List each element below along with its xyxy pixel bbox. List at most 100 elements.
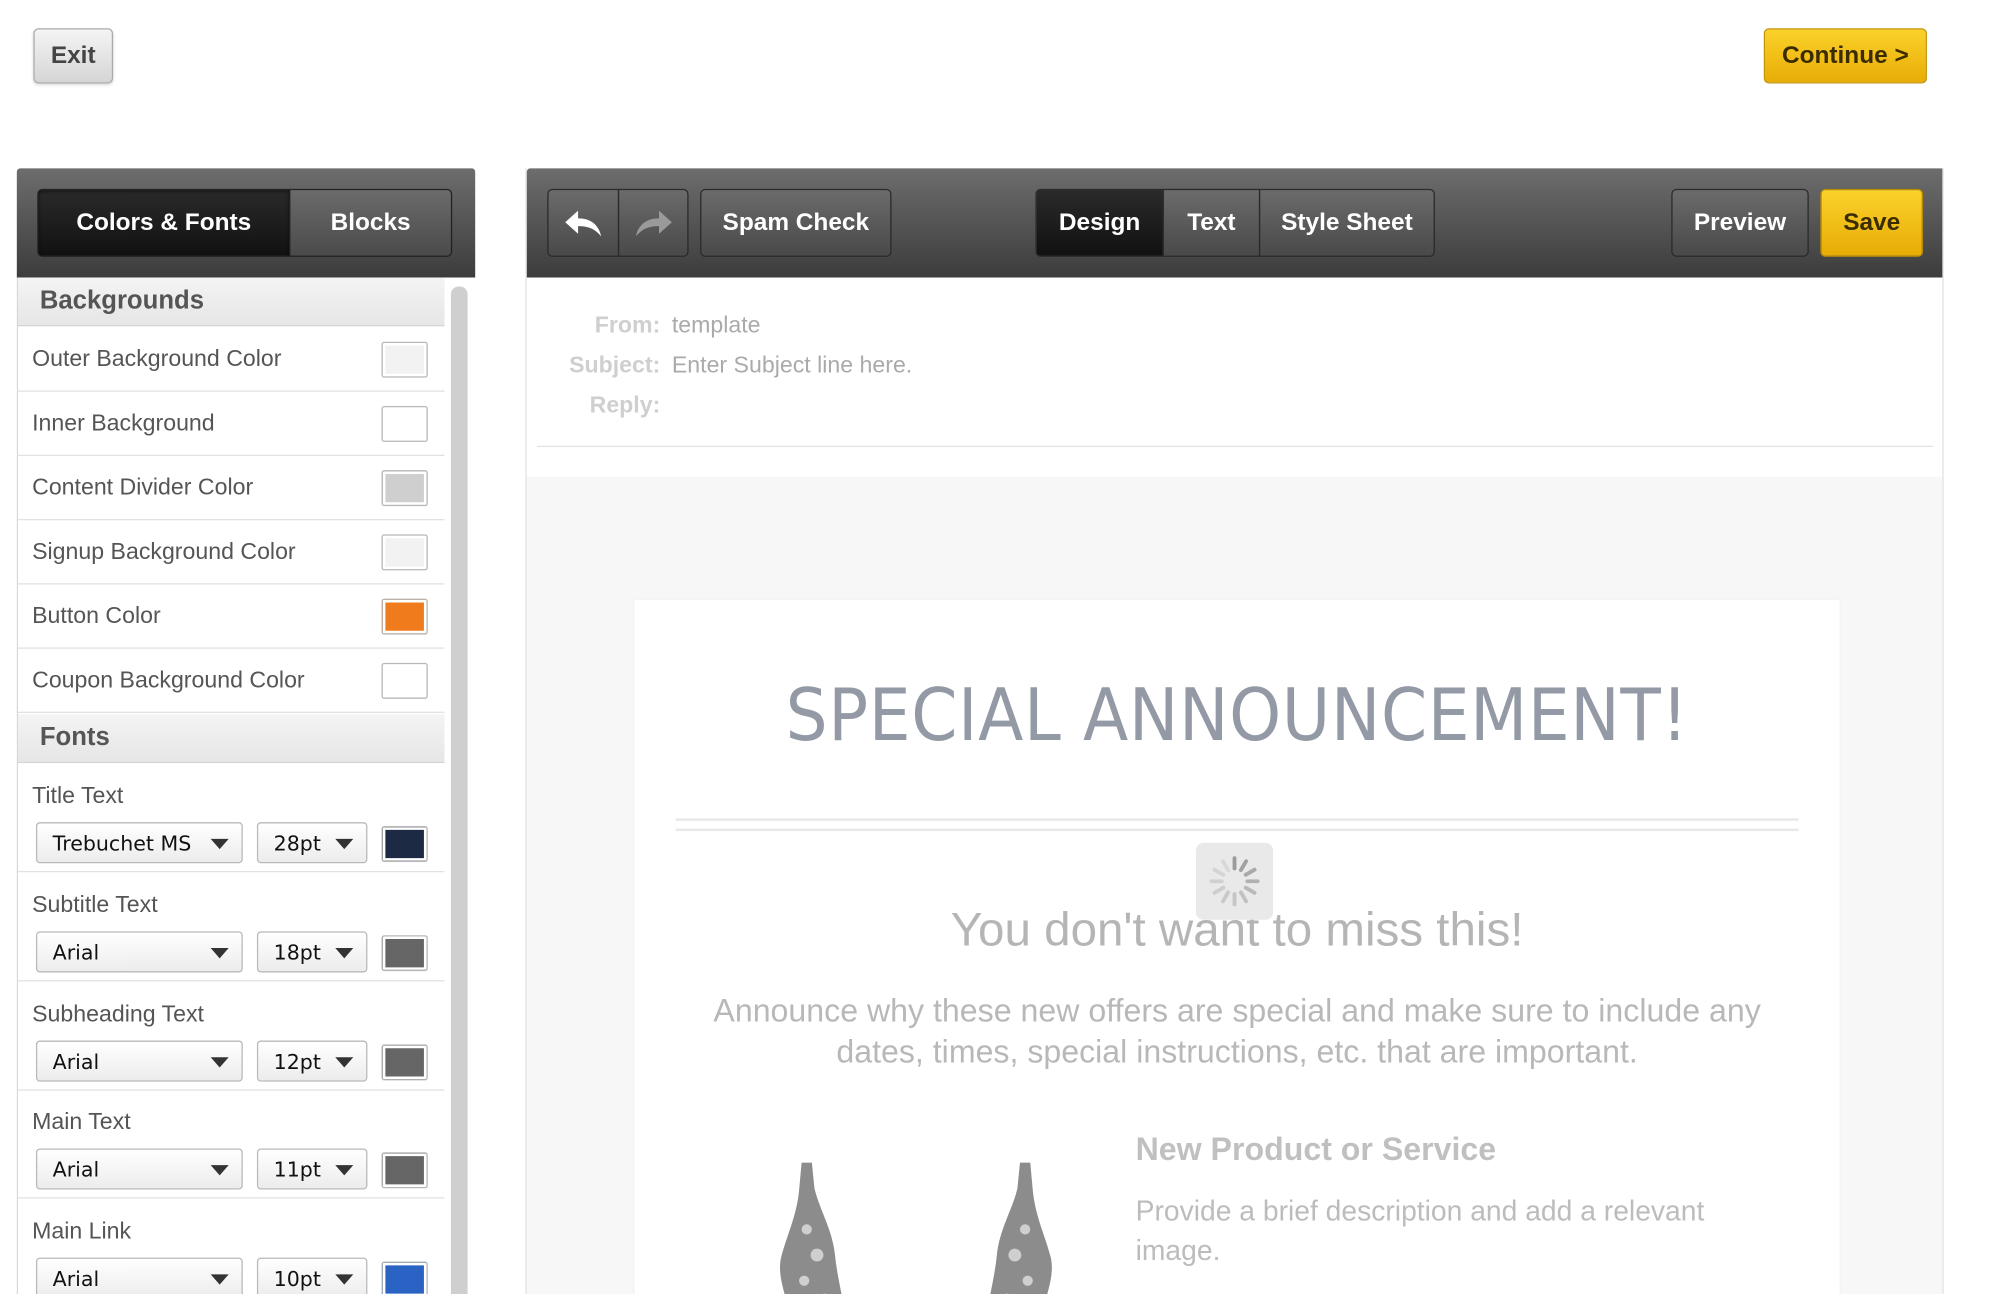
color-swatch-button-color[interactable] [381, 598, 428, 635]
font-row-title-text: Title Text Trebuchet MS 28pt [17, 764, 445, 873]
font-family-select[interactable]: Arial [35, 1148, 243, 1190]
font-family-select[interactable]: Arial [35, 1040, 243, 1082]
color-row-label: Signup Background Color [32, 538, 296, 564]
tab-colors-fonts-label: Colors & Fonts [76, 208, 252, 236]
continue-button-label: Continue > [1781, 41, 1909, 69]
save-button[interactable]: Save [1820, 188, 1924, 257]
font-family-select[interactable]: Trebuchet MS [35, 822, 243, 864]
email-content: SPECIAL ANNOUNCEMENT! You don't want to … [634, 599, 1840, 1294]
backgrounds-heading: Backgrounds [17, 277, 445, 327]
font-row-subheading-text: Subheading Text Arial 12pt [17, 983, 445, 1091]
loading-spinner-icon [1195, 842, 1274, 920]
color-row-signup-background: Signup Background Color [17, 520, 445, 585]
spam-check-button[interactable]: Spam Check [700, 188, 892, 257]
color-row-outer-background: Outer Background Color [17, 328, 445, 392]
email-canvas: SPECIAL ANNOUNCEMENT! You don't want to … [526, 476, 1943, 1294]
email-title[interactable]: SPECIAL ANNOUNCEMENT! [683, 674, 1792, 758]
font-color-swatch[interactable] [381, 826, 428, 862]
redo-button[interactable] [617, 188, 689, 257]
subject-label: Subject: [569, 351, 661, 378]
from-value[interactable]: template [672, 312, 761, 339]
color-row-button-color: Button Color [17, 585, 445, 649]
undo-button[interactable] [547, 188, 620, 257]
font-row-label: Title Text [32, 782, 124, 809]
font-color-swatch[interactable] [381, 1261, 428, 1294]
font-size-value: 11pt [273, 1156, 321, 1182]
color-row-label: Outer Background Color [32, 345, 282, 372]
font-row-subtitle-text: Subtitle Text Arial 18pt [17, 874, 445, 982]
tab-style-sheet-label: Style Sheet [1281, 208, 1413, 236]
font-row-main-text: Main Text Arial 11pt [17, 1091, 445, 1199]
color-row-label: Content Divider Color [32, 474, 254, 500]
email-header-fields: From: template Subject: Enter Subject li… [536, 277, 1934, 448]
from-label: From: [594, 312, 661, 338]
font-color-swatch[interactable] [381, 1044, 428, 1081]
content-divider [675, 818, 1799, 821]
color-row-coupon-background: Coupon Background Color [17, 649, 445, 713]
preview-label: Preview [1693, 208, 1787, 236]
product-image[interactable] [768, 1152, 1063, 1294]
font-size-value: 10pt [273, 1265, 321, 1291]
chevron-down-icon [210, 1057, 229, 1068]
font-row-label: Main Text [32, 1108, 131, 1135]
font-family-select[interactable]: Arial [35, 931, 243, 973]
color-swatch-content-divider[interactable] [381, 470, 428, 507]
chevron-down-icon [210, 948, 229, 959]
redo-icon [635, 210, 672, 236]
color-row-label: Button Color [32, 602, 161, 629]
chevron-down-icon [335, 1165, 354, 1176]
font-size-select[interactable]: 11pt [256, 1148, 368, 1190]
color-row-label: Inner Background [32, 409, 215, 436]
product-description[interactable]: Provide a brief description and add a re… [1136, 1191, 1778, 1271]
font-family-select[interactable]: Arial [35, 1257, 243, 1294]
font-family-value: Trebuchet MS [52, 830, 192, 855]
font-color-swatch[interactable] [381, 1152, 428, 1189]
font-size-select[interactable]: 10pt [256, 1257, 368, 1294]
font-family-value: Arial [52, 1265, 100, 1291]
save-label: Save [1843, 208, 1901, 236]
tab-colors-fonts[interactable]: Colors & Fonts [37, 188, 291, 257]
spam-check-label: Spam Check [722, 208, 870, 236]
chevron-down-icon [335, 1274, 354, 1285]
color-row-label: Coupon Background Color [32, 666, 305, 693]
chevron-down-icon [335, 1057, 354, 1068]
undo-icon [565, 210, 602, 236]
chevron-down-icon [210, 1165, 229, 1176]
color-swatch-outer-background[interactable] [381, 341, 428, 378]
color-swatch-signup-background[interactable] [381, 534, 428, 571]
font-size-select[interactable]: 18pt [256, 931, 368, 973]
chevron-down-icon [335, 948, 354, 959]
fonts-heading-label: Fonts [39, 723, 110, 752]
settings-list: Backgrounds Outer Background Color Inner… [16, 277, 445, 1294]
color-row-inner-background: Inner Background [17, 392, 445, 457]
exit-button[interactable]: Exit [33, 28, 114, 84]
color-swatch-coupon-background[interactable] [381, 662, 428, 699]
reply-label: Reply: [589, 391, 661, 418]
subject-value[interactable]: Enter Subject line here. [672, 352, 912, 379]
email-body-text[interactable]: Announce why these new offers are specia… [686, 990, 1788, 1072]
font-size-select[interactable]: 28pt [256, 822, 368, 864]
color-swatch-inner-background[interactable] [381, 405, 428, 442]
font-row-label: Subtitle Text [32, 891, 158, 918]
font-row-label: Subheading Text [32, 1000, 204, 1027]
tab-design[interactable]: Design [1035, 188, 1164, 257]
font-size-select[interactable]: 12pt [256, 1040, 368, 1082]
panel-scrollbar[interactable] [450, 286, 468, 1294]
tab-style-sheet[interactable]: Style Sheet [1258, 188, 1435, 257]
chevron-down-icon [210, 838, 229, 850]
fonts-heading: Fonts [17, 714, 445, 764]
product-title[interactable]: New Product or Service [1136, 1132, 1497, 1169]
tab-blocks[interactable]: Blocks [289, 188, 453, 257]
content-divider [675, 828, 1799, 832]
chevron-down-icon [210, 1274, 229, 1285]
font-row-main-link: Main Link Arial 10pt [18, 1200, 444, 1294]
tab-design-label: Design [1058, 208, 1141, 236]
font-size-value: 18pt [273, 939, 321, 965]
tab-text[interactable]: Text [1162, 188, 1261, 257]
font-family-value: Arial [52, 1048, 100, 1074]
continue-button[interactable]: Continue > [1763, 28, 1927, 84]
design-panel: Colors & Fonts Blocks Backgrounds Outer … [16, 168, 476, 1294]
preview-button[interactable]: Preview [1671, 188, 1809, 257]
panel-tab-bar: Colors & Fonts Blocks [16, 168, 476, 278]
font-color-swatch[interactable] [381, 935, 428, 972]
